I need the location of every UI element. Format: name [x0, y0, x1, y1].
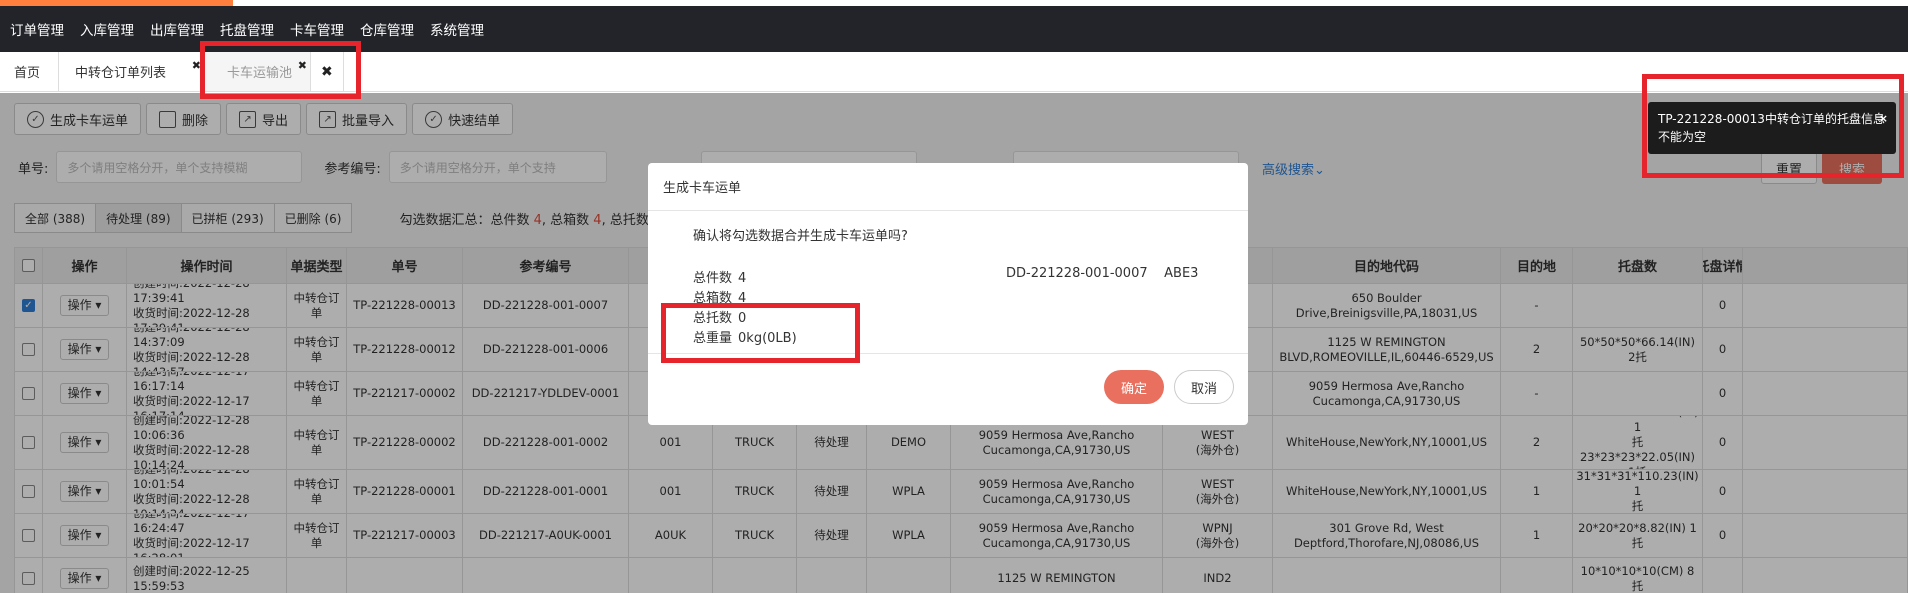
- confirm-button[interactable]: 确定: [1104, 370, 1164, 404]
- total-pallets: 总托数 0: [693, 307, 746, 326]
- nav-order-management[interactable]: 订单管理: [10, 19, 64, 39]
- field-value: 4: [738, 291, 747, 306]
- tab-label: 首页: [14, 66, 41, 81]
- close-icon[interactable]: ×: [1879, 110, 1888, 128]
- field-label: 总重量: [693, 331, 733, 346]
- field-label: 总箱数: [693, 291, 733, 306]
- total-boxes: 总箱数 4: [693, 287, 746, 306]
- nav-inbound-management[interactable]: 入库管理: [80, 19, 134, 39]
- tab-label: 卡车运输池: [227, 66, 293, 81]
- field-label: 总件数: [693, 271, 733, 286]
- nav-system-management[interactable]: 系统管理: [430, 19, 484, 39]
- dialog-question: 确认将勾选数据合并生成卡车运单吗?: [693, 229, 908, 244]
- field-value: 0kg(0LB): [738, 331, 797, 346]
- field-label: 总托数: [693, 311, 733, 326]
- tab-label: 中转仓订单列表: [75, 66, 167, 81]
- tab-transit-order-list[interactable]: 中转仓订单列表 ✖: [59, 52, 205, 91]
- nav-pallet-management[interactable]: 托盘管理: [220, 19, 274, 39]
- nav-truck-management[interactable]: 卡车管理: [290, 19, 344, 39]
- field-value: 4: [738, 271, 747, 286]
- cancel-button[interactable]: 取消: [1174, 370, 1234, 404]
- close-icon[interactable]: ✖: [298, 59, 307, 72]
- tab-truck-pool[interactable]: 卡车运输池 ✖: [205, 52, 311, 91]
- dialog-title: 生成卡车运单: [648, 163, 1248, 211]
- nav-outbound-management[interactable]: 出库管理: [150, 19, 204, 39]
- nav-warehouse-management[interactable]: 仓库管理: [360, 19, 414, 39]
- dialog-footer-divider: [648, 353, 1248, 354]
- total-pieces: 总件数 4: [693, 267, 746, 286]
- tab-bar: 首页 中转仓订单列表 ✖ 卡车运输池 ✖ ✖: [0, 52, 1908, 92]
- error-toast: TP-221228-00013中转仓订单的托盘信息不能为空 ×: [1648, 102, 1896, 154]
- tab-home[interactable]: 首页: [0, 52, 59, 91]
- total-weight: 总重量 0kg(0LB): [693, 327, 797, 346]
- toast-message: TP-221228-00013中转仓订单的托盘信息不能为空: [1658, 112, 1885, 144]
- field-value: 0: [738, 311, 747, 326]
- dialog-reference: DD-221228-001-0007 ABE3: [1006, 266, 1199, 281]
- generate-waybill-dialog: 生成卡车运单 确认将勾选数据合并生成卡车运单吗? 总件数 4 总箱数 4 总托数 0 …: [648, 163, 1248, 425]
- close-tab-button[interactable]: ✖: [311, 52, 344, 91]
- close-icon[interactable]: ✖: [192, 59, 201, 72]
- top-navigation: 订单管理 入库管理 出库管理 托盘管理 卡车管理 仓库管理 系统管理: [0, 6, 1908, 52]
